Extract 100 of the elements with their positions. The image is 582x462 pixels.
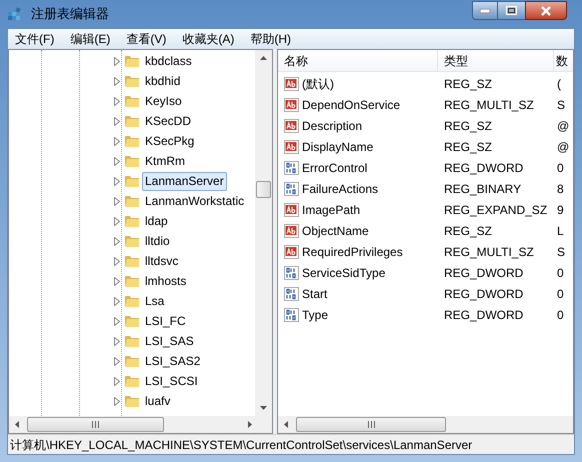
binary-value-icon	[284, 264, 300, 280]
value-name[interactable]: DependOnService	[302, 96, 400, 114]
value-name[interactable]: ServiceSidType	[302, 264, 386, 282]
tree-item[interactable]: ldap	[142, 212, 171, 230]
tree-item[interactable]: LanmanServer	[142, 172, 227, 190]
expand-arrow-icon[interactable]	[114, 56, 120, 66]
tree-item[interactable]: KeyIso	[142, 92, 185, 110]
expand-arrow-icon[interactable]	[114, 276, 120, 286]
expand-arrow-icon[interactable]	[114, 336, 120, 346]
expand-arrow-icon[interactable]	[114, 176, 120, 186]
minimize-button[interactable]	[472, 1, 498, 20]
folder-icon	[124, 393, 140, 409]
tree-item[interactable]: LSI_SCSI	[142, 372, 201, 390]
tree-item[interactable]: Lsa	[142, 292, 168, 310]
column-header[interactable]: 类型	[438, 50, 554, 71]
value-name[interactable]: DisplayName	[302, 138, 374, 156]
menu-item[interactable]: 文件(F)	[12, 30, 58, 48]
expand-arrow-icon[interactable]	[114, 216, 120, 226]
folder-icon	[124, 213, 140, 229]
value-name[interactable]: FailureActions	[302, 180, 378, 198]
menu-item[interactable]: 查看(V)	[123, 30, 170, 48]
value-type: REG_DWORD	[443, 306, 524, 324]
tree-item[interactable]: LanmanWorkstatic	[142, 192, 248, 210]
value-type: REG_MULTI_SZ	[443, 244, 535, 260]
tree-item[interactable]: lltdio	[142, 232, 173, 250]
expand-arrow-icon[interactable]	[114, 196, 120, 206]
tree-item[interactable]: KSecPkg	[142, 132, 198, 150]
tree-item[interactable]: LSI_FC	[142, 312, 189, 330]
value-type: REG_EXPAND_SZ	[443, 202, 548, 218]
value-data: @	[556, 138, 570, 156]
value-data: L	[556, 222, 564, 240]
tree-item[interactable]: LSI_SAS	[142, 332, 197, 350]
value-name[interactable]: ErrorControl	[302, 158, 368, 176]
expand-arrow-icon[interactable]	[114, 356, 120, 366]
menu-item[interactable]: 帮助(H)	[247, 30, 294, 48]
folder-icon	[124, 193, 140, 209]
expand-arrow-icon[interactable]	[114, 256, 120, 266]
value-name[interactable]: ObjectName	[302, 222, 369, 240]
expand-arrow-icon[interactable]	[114, 76, 120, 86]
value-data: 0	[556, 160, 564, 176]
scroll-thumb[interactable]	[296, 417, 446, 432]
folder-icon	[124, 373, 140, 389]
menu-item[interactable]: 收藏夹(A)	[179, 30, 238, 48]
horizontal-scrollbar[interactable]	[278, 416, 573, 433]
tree-item[interactable]: luafv	[142, 392, 174, 410]
tree-item[interactable]: KtmRm	[142, 152, 188, 170]
value-name[interactable]: Type	[302, 306, 328, 324]
window-title: 注册表编辑器	[31, 5, 109, 24]
value-name[interactable]: ImagePath	[302, 200, 360, 218]
column-header[interactable]: 数	[554, 50, 568, 71]
folder-icon	[124, 93, 140, 109]
status-path: 计算机\HKEY_LOCAL_MACHINE\SYSTEM\CurrentControlSet\services\LanmanServer	[10, 436, 472, 454]
maximize-icon	[506, 6, 517, 15]
expand-arrow-icon[interactable]	[114, 396, 120, 406]
value-type: REG_SZ	[443, 76, 494, 92]
expand-arrow-icon[interactable]	[114, 376, 120, 386]
value-data: (	[556, 76, 561, 92]
value-name[interactable]: Description	[302, 116, 362, 134]
folder-icon	[124, 233, 140, 249]
scroll-right-icon	[248, 421, 252, 428]
value-data: S	[556, 96, 566, 114]
tree-item[interactable]: lltdsvc	[142, 252, 182, 270]
expand-arrow-icon[interactable]	[114, 136, 120, 146]
value-name[interactable]: Start	[302, 284, 328, 302]
tree-item[interactable]: KSecDD	[142, 112, 194, 130]
value-name[interactable]: (默认)	[302, 74, 334, 92]
string-value-icon	[284, 96, 300, 112]
tree-item[interactable]: LSI_SAS2	[142, 352, 204, 370]
expand-arrow-icon[interactable]	[114, 156, 120, 166]
folder-icon	[124, 293, 140, 309]
expand-arrow-icon[interactable]	[114, 96, 120, 106]
binary-value-icon	[284, 306, 300, 322]
value-type: REG_DWORD	[443, 160, 524, 176]
maximize-button[interactable]	[498, 1, 525, 20]
folder-icon	[124, 273, 140, 289]
value-data: 9	[556, 202, 564, 218]
expand-arrow-icon[interactable]	[114, 316, 120, 326]
expand-arrow-icon[interactable]	[114, 296, 120, 306]
scroll-thumb[interactable]	[27, 417, 164, 432]
scroll-thumb[interactable]	[256, 181, 271, 198]
value-name[interactable]: RequiredPrivileges	[302, 242, 403, 260]
folder-icon	[124, 73, 140, 89]
value-type: REG_MULTI_SZ	[443, 96, 535, 114]
folder-icon	[124, 153, 140, 169]
tree-item[interactable]: kbdhid	[142, 72, 184, 90]
value-type: REG_DWORD	[443, 264, 524, 282]
folder-icon	[124, 253, 140, 269]
string-value-icon	[284, 244, 300, 260]
menu-item[interactable]: 编辑(E)	[67, 30, 114, 48]
expand-arrow-icon[interactable]	[114, 236, 120, 246]
expand-arrow-icon[interactable]	[114, 116, 120, 126]
close-button[interactable]	[525, 1, 567, 20]
tree-item[interactable]: kbdclass	[142, 52, 195, 70]
vertical-scrollbar[interactable]	[255, 50, 272, 416]
horizontal-scrollbar[interactable]	[9, 416, 272, 433]
folder-icon	[124, 173, 140, 189]
tree-item[interactable]: lmhosts	[142, 272, 190, 290]
minimize-icon	[480, 8, 490, 12]
binary-value-icon	[284, 180, 300, 196]
column-header[interactable]: 名称	[278, 50, 438, 71]
